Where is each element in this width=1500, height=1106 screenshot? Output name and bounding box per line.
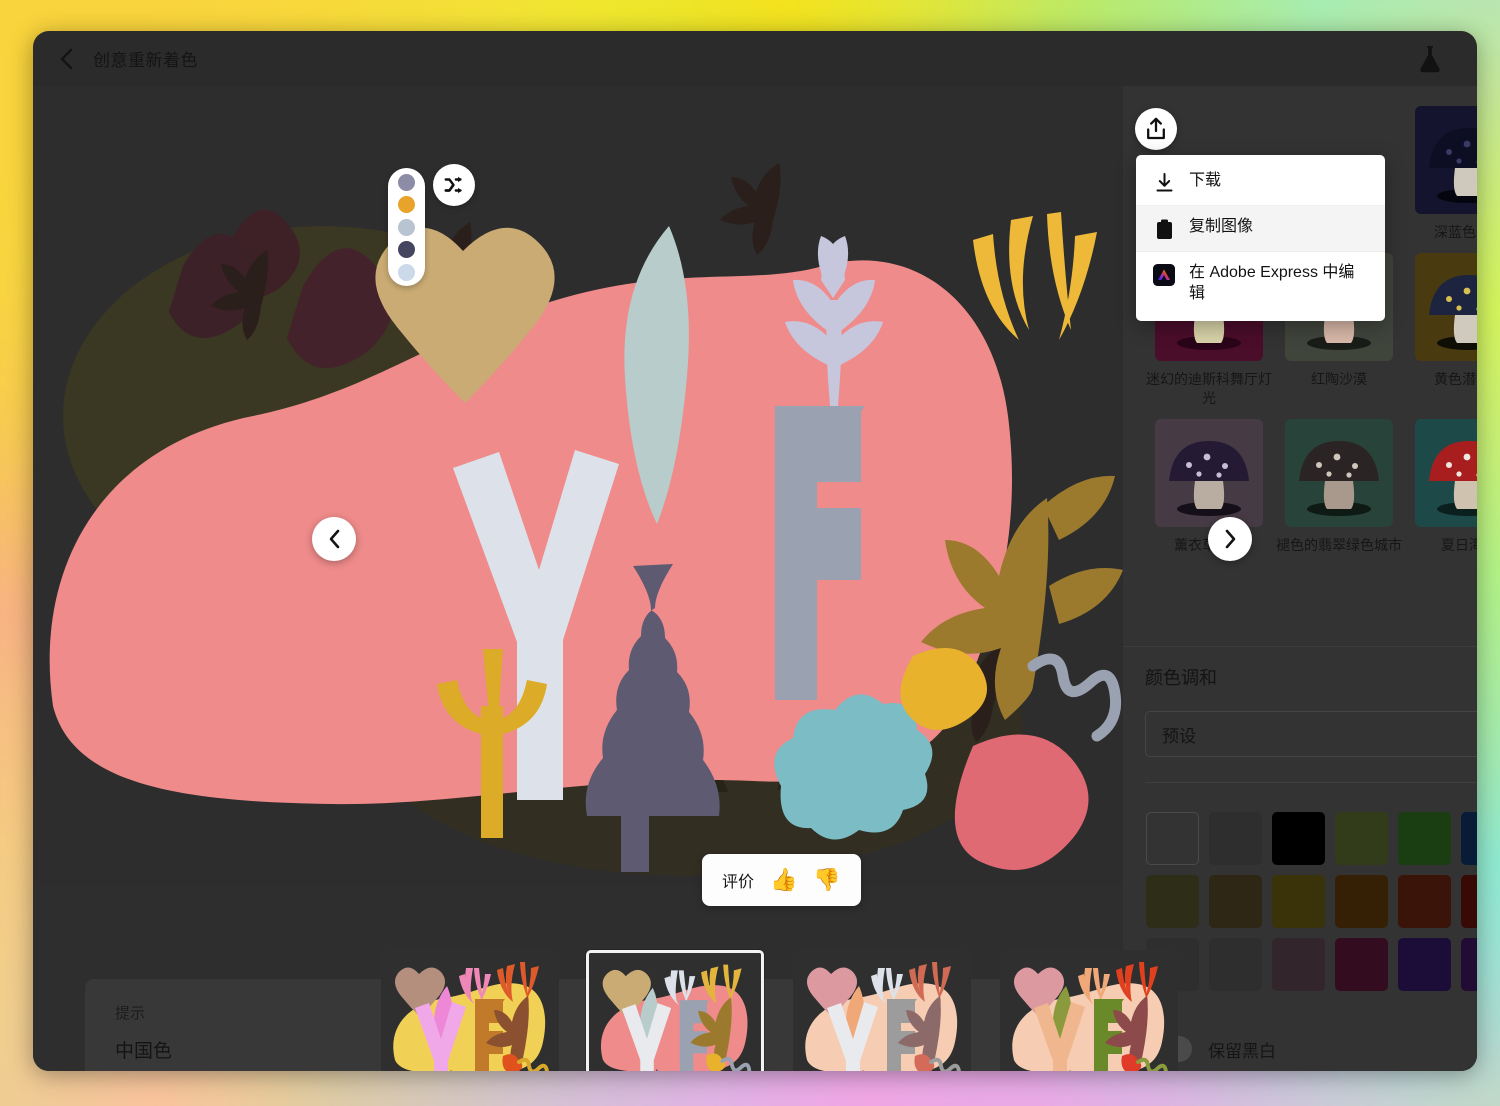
color-swatch[interactable] — [1398, 938, 1451, 991]
color-swatch[interactable] — [1335, 812, 1388, 865]
titlebar: 创意重新着色 — [33, 31, 1477, 86]
color-swatch[interactable] — [1461, 938, 1477, 991]
color-swatch-grid — [1146, 812, 1477, 991]
color-swatch[interactable] — [1209, 812, 1262, 865]
chevron-right-icon — [1225, 529, 1235, 549]
color-swatch[interactable] — [1335, 875, 1388, 928]
preset-name: 深蓝色午夜 — [1434, 224, 1477, 240]
shuffle-icon — [444, 176, 462, 194]
share-dropdown-menu: 下载 复制图像 在 Adobe Express 中编辑 — [1136, 155, 1385, 321]
preset-cell[interactable]: 褪色的翡翠绿色城市 — [1275, 418, 1403, 556]
artwork-canvas[interactable] — [33, 86, 1123, 886]
menu-item-edit-in-adobe-express[interactable]: 在 Adobe Express 中编辑 — [1136, 251, 1385, 316]
divider — [1123, 646, 1477, 647]
preset-thumbnail — [1415, 418, 1477, 527]
variant-thumbnail[interactable] — [1000, 950, 1178, 1071]
color-harmony-select[interactable]: 预设 — [1145, 711, 1477, 757]
palette-dot-4[interactable] — [398, 263, 415, 281]
flask-button[interactable] — [1413, 42, 1447, 76]
menu-item-download[interactable]: 下载 — [1136, 160, 1385, 205]
preserve-bw-label: 保留黑白 — [1208, 1041, 1276, 1061]
preset-thumbnail — [1285, 418, 1393, 527]
page-title: 创意重新着色 — [93, 51, 198, 70]
variant-thumbnail[interactable] — [586, 950, 764, 1071]
chevron-left-icon — [60, 48, 72, 69]
menu-item-label: 下载 — [1189, 172, 1222, 189]
color-swatch[interactable] — [1398, 812, 1451, 865]
color-swatch[interactable] — [1146, 812, 1199, 865]
app-window: 创意重新着色 评价 👍 👎 提示 中国色 深蓝色 迷幻的迪斯科舞厅灯光 红陶沙漠… — [33, 31, 1477, 1071]
palette-dot-3[interactable] — [398, 241, 415, 258]
color-swatch[interactable] — [1272, 875, 1325, 928]
menu-item-copy-image[interactable]: 复制图像 — [1136, 205, 1385, 251]
shuffle-button[interactable] — [433, 164, 475, 206]
divider — [1145, 782, 1477, 783]
flask-icon — [1420, 45, 1440, 72]
color-swatch[interactable] — [1335, 938, 1388, 991]
mushroom-icon — [1429, 128, 1477, 203]
mushroom-icon — [1299, 440, 1379, 516]
rating-label: 评价 — [722, 874, 755, 891]
color-swatch[interactable] — [1461, 875, 1477, 928]
color-swatch[interactable] — [1146, 875, 1199, 928]
mushroom-icon — [1429, 440, 1477, 516]
menu-item-label: 在 Adobe Express 中编辑 — [1189, 264, 1355, 302]
preset-cell[interactable]: 深蓝色午夜 — [1405, 106, 1477, 243]
color-swatch[interactable] — [1398, 875, 1451, 928]
carousel-next-button[interactable] — [1208, 517, 1252, 561]
rating-widget: 评价 👍 👎 — [702, 854, 861, 906]
desktop-backdrop: 创意重新着色 评价 👍 👎 提示 中国色 深蓝色 迷幻的迪斯科舞厅灯光 红陶沙漠… — [0, 0, 1500, 1106]
download-icon — [1153, 172, 1175, 194]
palette-dot-1[interactable] — [398, 196, 415, 213]
variant-thumbnail[interactable] — [793, 950, 971, 1071]
color-swatch[interactable] — [1209, 875, 1262, 928]
color-swatch[interactable] — [1272, 938, 1325, 991]
preset-name: 夏日海边 — [1441, 536, 1477, 553]
variant-illustration — [793, 950, 971, 1071]
clipboard-icon — [1153, 218, 1175, 240]
adobe-express-icon — [1153, 264, 1175, 286]
menu-item-label: 复制图像 — [1189, 218, 1254, 235]
preset-name: 红陶沙漠 — [1311, 370, 1367, 387]
preset-name: 迷幻的迪斯科舞厅灯光 — [1146, 370, 1272, 407]
palette-dot-0[interactable] — [398, 173, 415, 191]
preset-cell[interactable]: 夏日海边 — [1405, 418, 1477, 556]
variant-thumbnail[interactable] — [381, 950, 559, 1071]
color-swatch[interactable] — [1272, 812, 1325, 865]
color-harmony-value: 预设 — [1162, 726, 1196, 746]
color-harmony-title: 颜色调和 — [1145, 668, 1217, 688]
back-button[interactable] — [53, 46, 79, 72]
palette-swatch-pill[interactable] — [388, 168, 425, 286]
variant-illustration — [589, 953, 761, 1071]
preset-thumbnail — [1155, 418, 1263, 527]
variant-illustration — [381, 950, 559, 1071]
chevron-left-icon — [329, 529, 339, 549]
color-swatch[interactable] — [1461, 812, 1477, 865]
thumbs-down-icon[interactable]: 👎 — [813, 869, 840, 891]
artwork-illustration — [33, 86, 1123, 886]
preset-name: 褪色的翡翠绿色城市 — [1276, 536, 1402, 553]
share-button[interactable] — [1135, 108, 1177, 150]
carousel-prev-button[interactable] — [312, 517, 356, 561]
mushroom-icon — [1429, 274, 1477, 350]
variant-illustration — [1000, 950, 1178, 1071]
preset-thumbnail — [1415, 252, 1477, 361]
preset-thumbnail — [1415, 106, 1477, 214]
color-swatch[interactable] — [1209, 938, 1262, 991]
share-icon — [1147, 117, 1165, 140]
mushroom-icon — [1169, 440, 1249, 516]
preset-name: 黄色潜水艇 — [1434, 370, 1477, 387]
thumbs-up-icon[interactable]: 👍 — [770, 869, 797, 891]
palette-dot-2[interactable] — [398, 218, 415, 236]
preset-cell[interactable]: 黄色潜水艇 — [1405, 252, 1477, 409]
